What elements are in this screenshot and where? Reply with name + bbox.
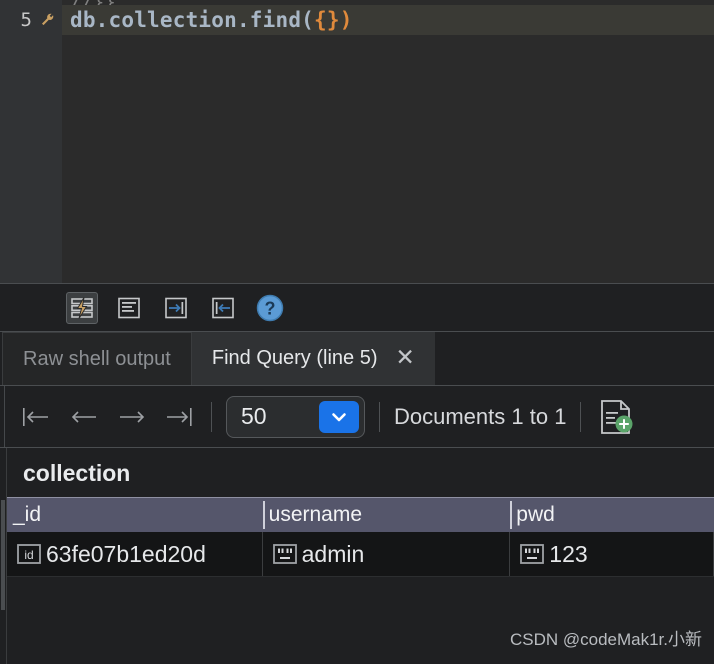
first-arrow-icon (23, 407, 48, 426)
cell-value: admin (301, 540, 365, 567)
lightning-run-icon (71, 296, 93, 319)
table-row[interactable]: id 63fe07b1ed20d admin 123 (7, 532, 714, 577)
cell-value: 123 (549, 540, 588, 567)
editor-text-area[interactable]: //}} db.collection.find({}) (62, 0, 714, 283)
tab-raw-shell-output[interactable]: Raw shell output (2, 332, 192, 385)
document-range-label: Documents 1 to 1 (394, 403, 567, 429)
result-toolbar: 50 Documents 1 to 1 (0, 385, 714, 447)
collection-title: collection (23, 460, 131, 486)
left-arrow-icon (71, 410, 96, 423)
chevron-down-icon[interactable] (319, 400, 359, 433)
first-page-button[interactable] (19, 402, 53, 432)
editor-toolbar: ? (0, 283, 714, 331)
add-document-button[interactable] (599, 399, 633, 435)
result-area: collection _id username pwd id 63fe07b1e… (0, 447, 714, 664)
run-query-button[interactable] (66, 291, 98, 324)
last-arrow-icon (167, 407, 192, 426)
toolbar-divider-3 (580, 401, 582, 432)
line-number: 5 (20, 9, 32, 31)
column-header-pwd[interactable]: pwd (510, 498, 714, 532)
page-size-select[interactable]: 50 (226, 395, 365, 438)
cell-value: 63fe07b1ed20d (46, 540, 206, 567)
result-tab-bar: Raw shell output Find Query (line 5) ✕ (0, 331, 714, 385)
close-icon[interactable]: ✕ (396, 347, 415, 370)
cell-username[interactable]: admin (263, 532, 511, 576)
column-header-username[interactable]: username (262, 498, 511, 532)
arrow-left-box-icon (212, 297, 234, 318)
toolbar-divider-1 (211, 401, 212, 432)
result-vertical-scrollbar[interactable] (0, 448, 7, 664)
svg-text:?: ? (265, 298, 276, 318)
code-editor[interactable]: 5 //}} db.collection.find({}) (0, 0, 714, 283)
right-arrow-icon (120, 410, 145, 423)
help-button[interactable]: ? (254, 292, 286, 324)
next-page-button[interactable] (115, 402, 149, 432)
code-token-close-paren: ) (339, 8, 353, 32)
add-document-icon (601, 399, 633, 434)
svg-text:id: id (24, 548, 33, 562)
pagination-nav-group (5, 402, 197, 432)
question-circle-icon: ? (256, 294, 284, 321)
mongodb-query-window: 5 //}} db.collection.find({}) (0, 0, 714, 664)
current-code-line[interactable]: db.collection.find({}) (62, 5, 714, 35)
indent-right-button[interactable] (160, 292, 192, 324)
last-page-button[interactable] (163, 402, 197, 432)
cell-pwd[interactable]: 123 (510, 532, 714, 576)
column-header-id[interactable]: _id (7, 498, 263, 532)
cell-id[interactable]: id 63fe07b1ed20d (7, 532, 263, 576)
arrow-right-box-icon (165, 297, 187, 318)
gutter-line-current: 5 (0, 5, 62, 35)
tab-label: Find Query (line 5) (211, 347, 378, 369)
table-header-row: _id username pwd (7, 497, 714, 532)
previous-page-button[interactable] (67, 402, 101, 432)
editor-gutter: 5 (0, 0, 63, 283)
tab-find-query[interactable]: Find Query (line 5) ✕ (191, 332, 435, 385)
watermark: CSDN @codeMak1r.小新 (509, 630, 702, 649)
lines-format-icon (118, 297, 140, 318)
objectid-icon: id (17, 543, 41, 565)
result-table-container: collection _id username pwd id 63fe07b1e… (7, 448, 714, 664)
code-token-call: db.collection.find( (70, 8, 315, 32)
page-size-value: 50 (241, 403, 267, 429)
indent-left-button[interactable] (207, 292, 239, 324)
string-icon (272, 543, 297, 565)
format-code-button[interactable] (113, 292, 145, 324)
code-token-braces: {} (314, 8, 340, 32)
wrench-icon[interactable] (40, 12, 56, 28)
tab-label: Raw shell output (23, 347, 171, 370)
string-icon (520, 543, 545, 565)
toolbar-divider-2 (379, 401, 380, 432)
